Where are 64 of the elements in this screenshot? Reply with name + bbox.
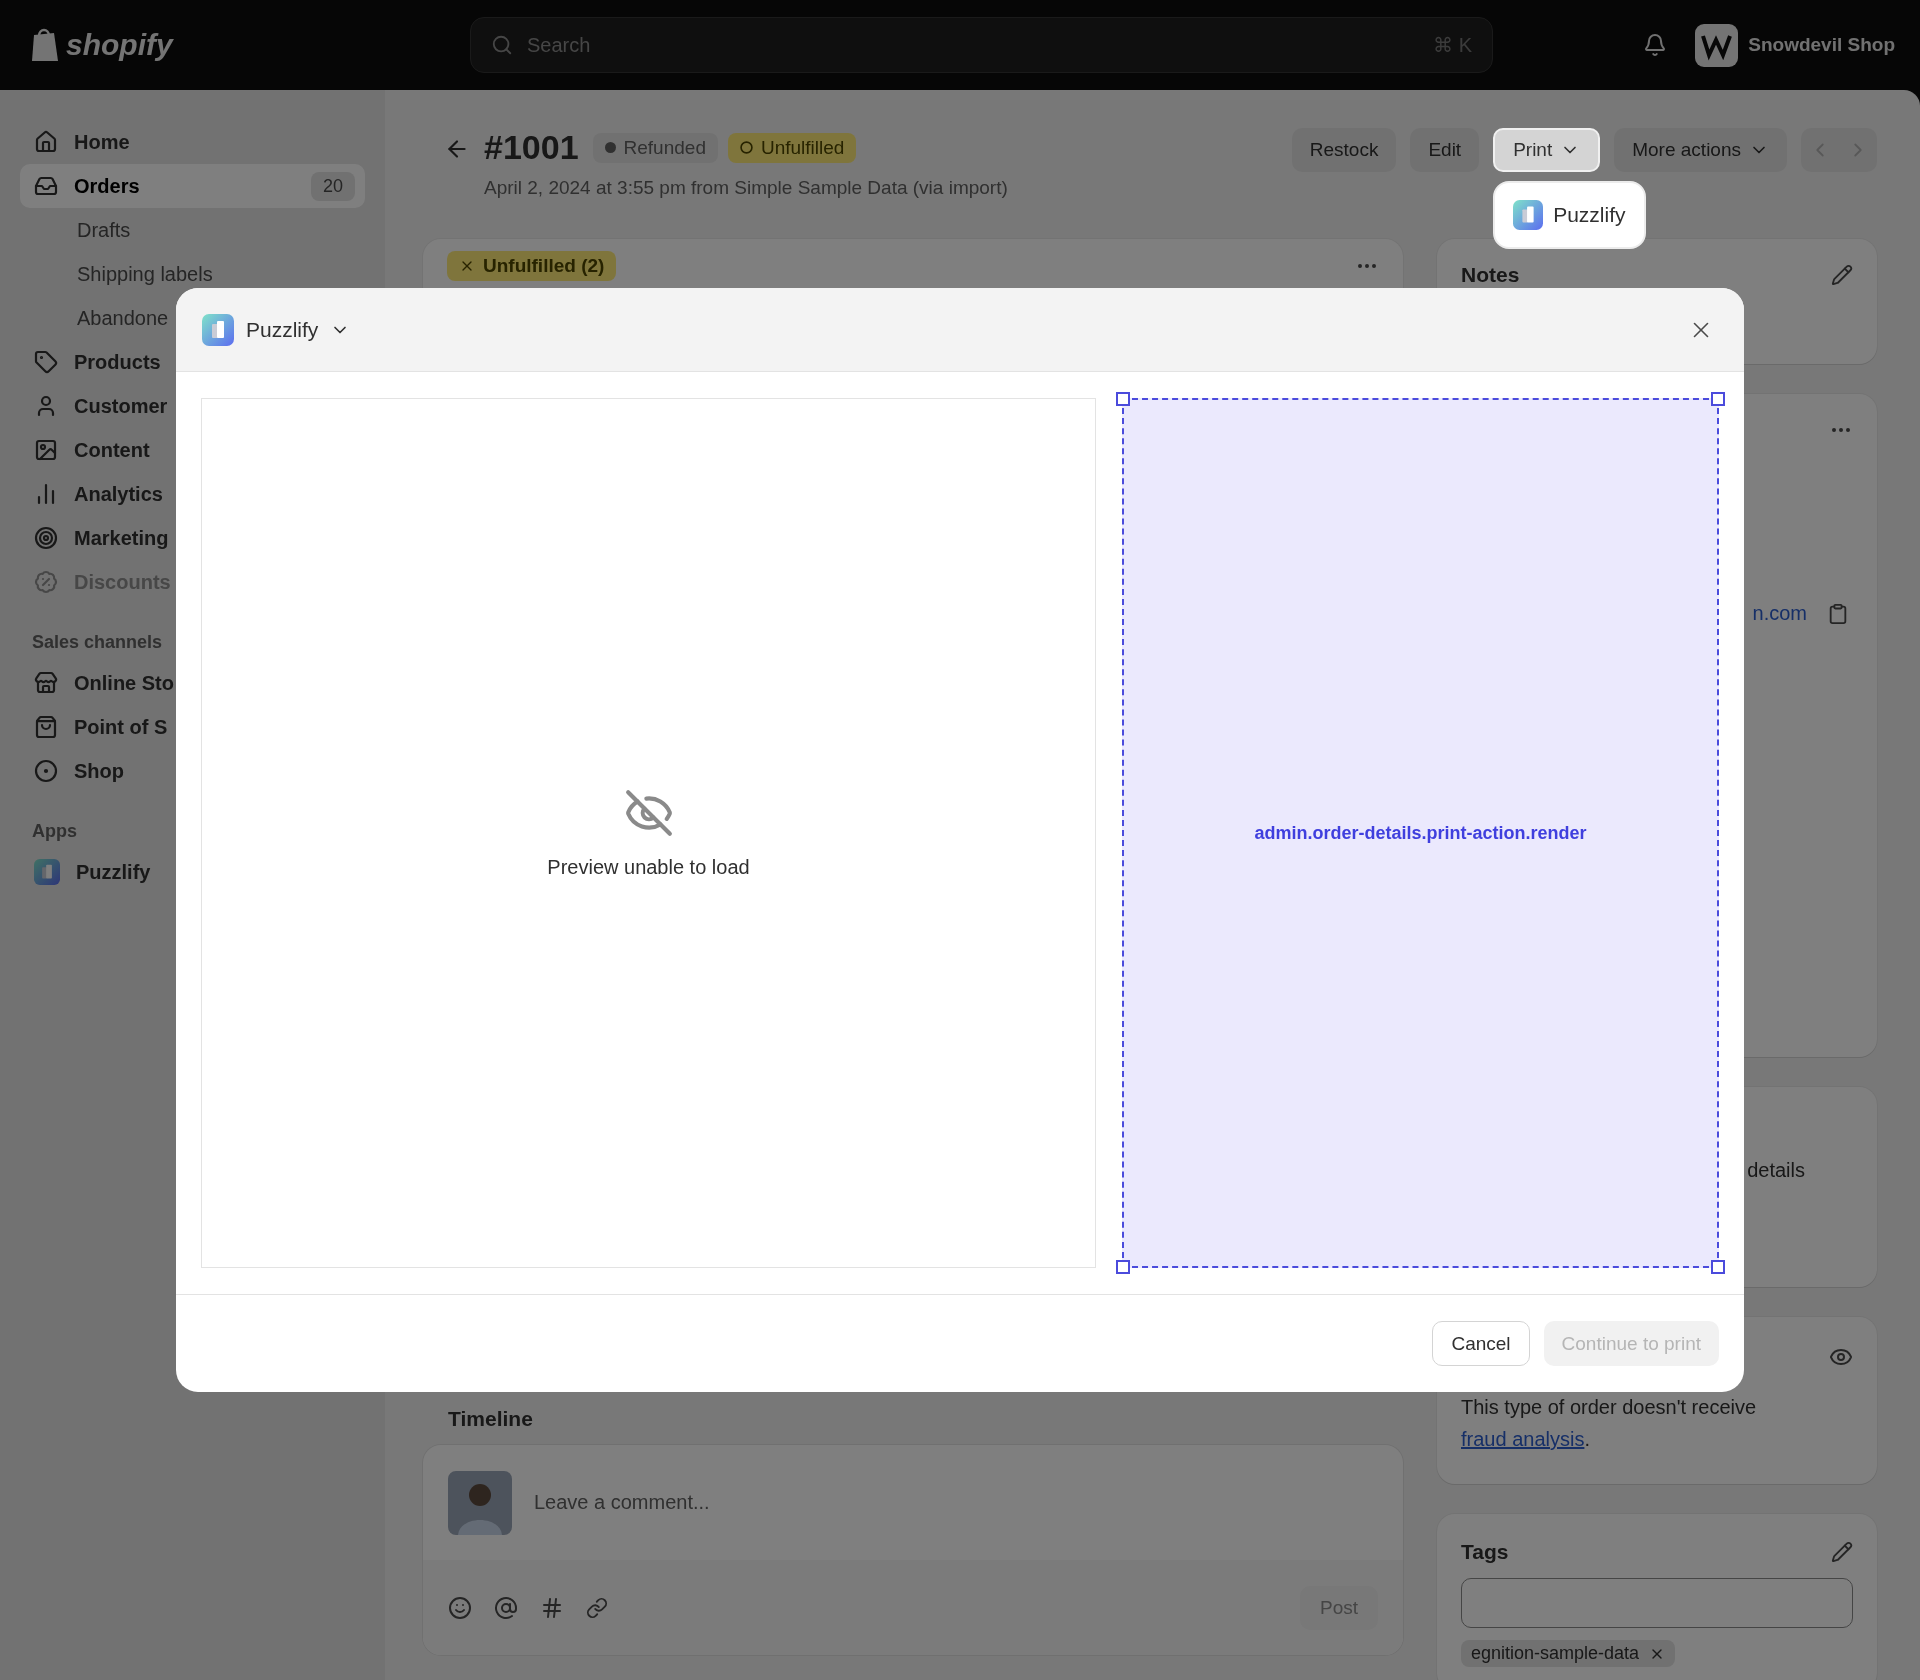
card-title: Notes <box>1461 263 1520 287</box>
target-name: admin.order-details.print-action.render <box>1254 822 1587 844</box>
count-badge: 20 <box>310 171 355 201</box>
bag-icon <box>34 715 58 739</box>
sidebar-item[interactable]: Marketing <box>20 516 365 560</box>
sidebar-item[interactable]: Home <box>20 120 365 164</box>
circle-icon <box>34 759 58 783</box>
ring-icon <box>739 141 753 154</box>
sidebar-item[interactable]: Shop <box>20 749 365 793</box>
card-text: details <box>1747 1159 1805 1182</box>
sidebar-item[interactable]: Analytics <box>20 472 365 516</box>
hash-icon <box>540 1595 564 1620</box>
badge-icon <box>34 570 58 594</box>
tag-input-field[interactable] <box>1461 1578 1853 1628</box>
home-icon <box>34 130 58 154</box>
app-icon <box>1513 200 1544 230</box>
timeline-title: Timeline <box>448 1407 534 1431</box>
store-logo-icon[interactable] <box>1695 23 1739 67</box>
store-name[interactable]: Snowdevil Shop <box>1748 34 1895 56</box>
order-subtitle: April 2, 2024 at 3:55 pm from Simple Sample Data (via import) <box>484 177 1008 199</box>
fraud-analysis-link[interactable]: fraud analysis <box>1461 1428 1585 1450</box>
preview-message: Preview unable to load <box>547 855 750 879</box>
section-title: Sales channels <box>32 632 164 653</box>
status-badge: Refunded <box>592 132 718 163</box>
sidebar-subitem[interactable]: Drafts <box>20 208 365 252</box>
cancel-button[interactable]: Cancel <box>1432 1321 1530 1366</box>
tag-chip: egnition-sample-data <box>1461 1640 1676 1667</box>
pencil-icon[interactable] <box>1831 1541 1853 1563</box>
link-icon <box>586 1596 608 1619</box>
action-button[interactable]: Print <box>1493 128 1601 172</box>
app-icon <box>202 313 234 346</box>
tag-icon <box>34 350 58 374</box>
status-badge: Unfulfilled <box>727 132 857 163</box>
card-title: Tags <box>1461 1540 1509 1564</box>
email-link[interactable]: n.com <box>1752 602 1807 625</box>
smile-icon <box>448 1595 472 1620</box>
avatar <box>448 1470 512 1535</box>
sidebar-item[interactable]: Online Sto <box>20 661 365 705</box>
sidebar-item[interactable]: Point of S <box>20 705 365 749</box>
sidebar-item[interactable]: Orders 20 <box>20 164 365 208</box>
action-button[interactable]: Restock <box>1291 128 1397 172</box>
sidebar-item[interactable]: Customer <box>20 384 365 428</box>
action-button[interactable]: More actions <box>1614 128 1787 172</box>
sidebar-item[interactable]: Puzzlify <box>20 850 365 894</box>
logo-wordmark: shopify <box>66 28 173 62</box>
section-title: Apps <box>32 821 78 842</box>
app-icon <box>34 859 60 885</box>
dot-icon <box>604 142 616 153</box>
image-icon <box>34 438 58 462</box>
action-button[interactable]: Edit <box>1410 128 1480 172</box>
store-icon <box>34 671 58 695</box>
menu-item[interactable]: Puzzlify <box>1493 181 1646 249</box>
inbox-icon <box>34 174 58 198</box>
order-number: #1001 <box>484 128 579 167</box>
bell-icon <box>1643 33 1668 57</box>
sidebar-item[interactable]: Content <box>20 428 365 472</box>
search-icon <box>491 34 513 56</box>
clipboard-icon[interactable] <box>1827 602 1849 625</box>
eye-off-icon <box>623 787 674 838</box>
at-sign-icon <box>494 1595 518 1620</box>
status-badge: Unfulfilled (2) <box>447 251 617 281</box>
risk-text: This type of order doesn't receive fraud analysis. <box>1461 1395 1758 1452</box>
pencil-icon[interactable] <box>1831 264 1853 286</box>
target-icon <box>34 526 58 550</box>
